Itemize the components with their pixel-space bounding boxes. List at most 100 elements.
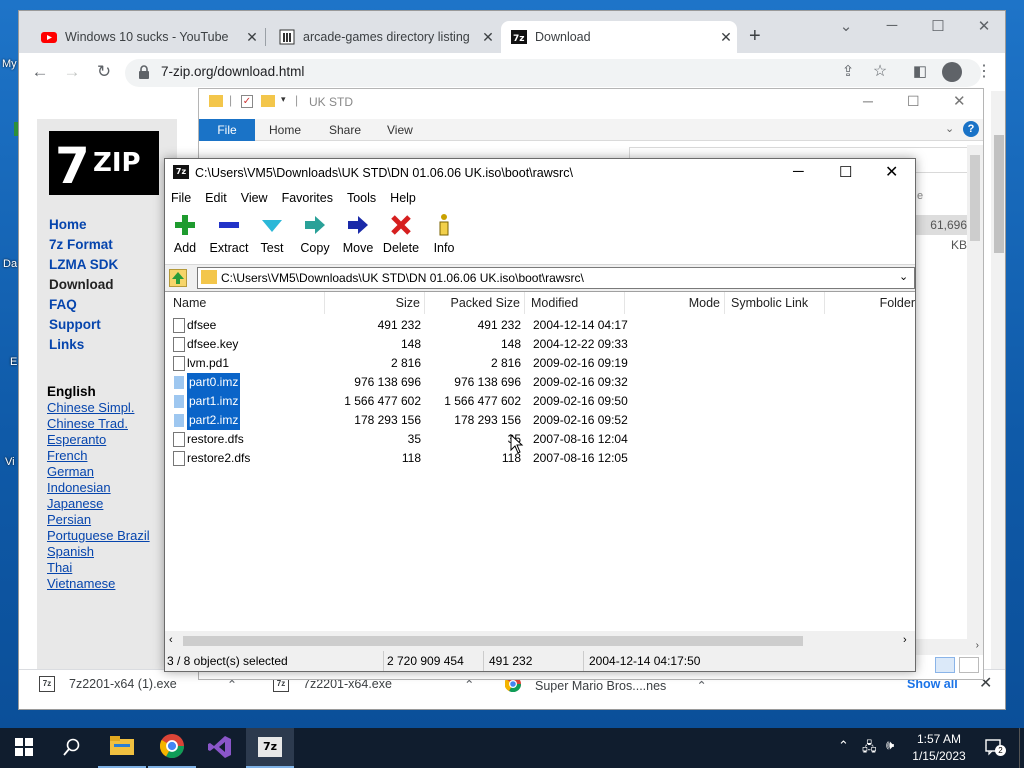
close-tab-icon[interactable]: ✕	[715, 29, 737, 46]
file-row[interactable]: restore.dfs 35 35 2007-08-16 12:04	[165, 430, 915, 449]
language-link[interactable]: Japanese	[47, 496, 150, 512]
test-button[interactable]: Test	[250, 213, 294, 255]
taskbar-7zip[interactable]: 7z	[246, 728, 294, 768]
lock-icon[interactable]	[139, 65, 149, 79]
notification-center-icon[interactable]: 2	[984, 737, 1006, 757]
new-folder-icon[interactable]	[261, 95, 275, 107]
ribbon-tab-share[interactable]: Share	[329, 123, 361, 137]
tab-youtube[interactable]: Windows 10 sucks - YouTube ✕	[31, 21, 263, 53]
start-button[interactable]	[0, 728, 48, 768]
tab-arcade[interactable]: arcade-games directory listing ✕	[269, 21, 499, 53]
maximize-icon[interactable]: ☐	[839, 163, 852, 181]
menu-file[interactable]: File	[171, 191, 191, 205]
info-button[interactable]: Info	[422, 213, 466, 255]
close-window-icon[interactable]: ✕	[885, 162, 898, 182]
show-desktop-button[interactable]	[1019, 728, 1024, 768]
file-row[interactable]: restore2.dfs 118 118 2007-08-16 12:05	[165, 449, 915, 468]
qat-dropdown-icon[interactable]: ▾	[281, 94, 286, 105]
details-view-icon[interactable]	[935, 657, 955, 673]
menu-view[interactable]: View	[241, 191, 268, 205]
nav-7z-format[interactable]: 7z Format	[49, 235, 118, 255]
profile-avatar-icon[interactable]	[942, 62, 962, 82]
close-window-icon[interactable]: ✕	[969, 17, 999, 35]
ribbon-tab-home[interactable]: Home	[269, 123, 301, 137]
language-link[interactable]: Chinese Simpl.	[47, 400, 150, 416]
language-link[interactable]: German	[47, 464, 150, 480]
file-row[interactable]: dfsee.key 148 148 2004-12-22 09:33	[165, 335, 915, 354]
language-link[interactable]: Vietnamese	[47, 576, 150, 592]
chevron-down-icon[interactable]: ⌄	[899, 270, 908, 283]
taskbar-chrome[interactable]	[148, 728, 196, 768]
menu-kebab-icon[interactable]: ⋮	[973, 61, 995, 83]
desktop-label[interactable]: Da	[3, 258, 17, 270]
ribbon-tab-view[interactable]: View	[387, 123, 413, 137]
tab-download[interactable]: 7z Download ✕	[501, 21, 737, 53]
maximize-icon[interactable]: ☐	[907, 93, 920, 110]
explorer-hscroll[interactable]: ›	[915, 639, 983, 655]
url-text[interactable]: 7-zip.org/download.html	[161, 64, 304, 79]
horizontal-scrollbar[interactable]: ‹ ›	[165, 633, 915, 649]
nav-download[interactable]: Download	[49, 275, 118, 295]
delete-button[interactable]: Delete	[379, 213, 423, 255]
nav-lzma-sdk[interactable]: LZMA SDK	[49, 255, 118, 275]
column-name[interactable]: Name	[165, 292, 325, 314]
tab-search-icon[interactable]: ⌄	[831, 17, 861, 35]
large-icons-view-icon[interactable]	[959, 657, 979, 673]
nav-links[interactable]: Links	[49, 335, 118, 355]
minimize-icon[interactable]: ─	[863, 93, 873, 109]
nav-support[interactable]: Support	[49, 315, 118, 335]
share-icon[interactable]: ⇪	[837, 61, 859, 83]
file-row[interactable]: part2.imz 178 293 156 178 293 156 2009-02-1…	[165, 411, 915, 430]
language-link[interactable]: Thai	[47, 560, 150, 576]
move-button[interactable]: Move	[336, 213, 380, 255]
column-folder[interactable]: Folder	[825, 292, 915, 314]
scroll-right-icon[interactable]: ›	[903, 634, 907, 646]
nav-home[interactable]: Home	[49, 215, 118, 235]
bookmark-star-icon[interactable]: ☆	[869, 61, 891, 83]
back-icon[interactable]: ←	[29, 61, 51, 83]
column-mode[interactable]: Mode	[625, 292, 725, 314]
menu-favorites[interactable]: Favorites	[282, 191, 333, 205]
copy-button[interactable]: Copy	[293, 213, 337, 255]
extract-button[interactable]: Extract	[207, 213, 251, 255]
minimize-icon[interactable]: ─	[793, 163, 804, 180]
network-icon[interactable]: 🖧	[862, 738, 877, 760]
minimize-icon[interactable]: ─	[877, 17, 907, 34]
file-row[interactable]: dfsee 491 232 491 232 2004-12-14 04:17	[165, 316, 915, 335]
explorer-scrollbar-thumb[interactable]	[970, 155, 980, 241]
language-link[interactable]: Spanish	[47, 544, 150, 560]
language-link[interactable]: Indonesian	[47, 480, 150, 496]
menu-edit[interactable]: Edit	[205, 191, 227, 205]
column-packed-size[interactable]: Packed Size	[425, 292, 525, 314]
language-link[interactable]: Portuguese Brazil	[47, 528, 150, 544]
close-window-icon[interactable]: ✕	[953, 92, 966, 110]
taskbar-visual-studio[interactable]	[196, 728, 244, 768]
language-link[interactable]: French	[47, 448, 150, 464]
language-link[interactable]: Persian	[47, 512, 150, 528]
forward-icon[interactable]: →	[61, 61, 83, 83]
language-link[interactable]: Esperanto	[47, 432, 150, 448]
tray-overflow-icon[interactable]: ⌃	[838, 738, 849, 754]
maximize-icon[interactable]: ☐	[923, 17, 953, 35]
path-text[interactable]: C:\Users\VM5\Downloads\UK STD\DN 01.06.0…	[221, 271, 584, 285]
language-link[interactable]: Chinese Trad.	[47, 416, 150, 432]
nav-faq[interactable]: FAQ	[49, 295, 118, 315]
volume-icon[interactable]: 🕪	[886, 737, 894, 753]
column-modified[interactable]: Modified	[525, 292, 625, 314]
menu-help[interactable]: Help	[390, 191, 416, 205]
properties-icon[interactable]: ✓	[241, 95, 253, 108]
reload-icon[interactable]: ↻	[93, 61, 115, 83]
scroll-left-icon[interactable]: ‹	[169, 634, 173, 646]
up-folder-icon[interactable]	[169, 269, 187, 287]
taskbar-file-explorer[interactable]	[98, 728, 146, 768]
new-tab-icon[interactable]: +	[749, 25, 761, 48]
file-row[interactable]: part1.imz 1 566 477 602 1 566 477 602 2009-…	[165, 392, 915, 411]
ribbon-expand-icon[interactable]: ⌄	[945, 122, 954, 135]
ribbon-tab-file[interactable]: File	[199, 119, 255, 141]
add-button[interactable]: Add	[163, 213, 207, 255]
column-size[interactable]: Size	[325, 292, 425, 314]
7zip-logo[interactable]: 7 ZIP	[49, 131, 159, 195]
desktop-label[interactable]: E	[10, 356, 17, 368]
help-icon[interactable]: ?	[963, 121, 979, 137]
menu-tools[interactable]: Tools	[347, 191, 376, 205]
